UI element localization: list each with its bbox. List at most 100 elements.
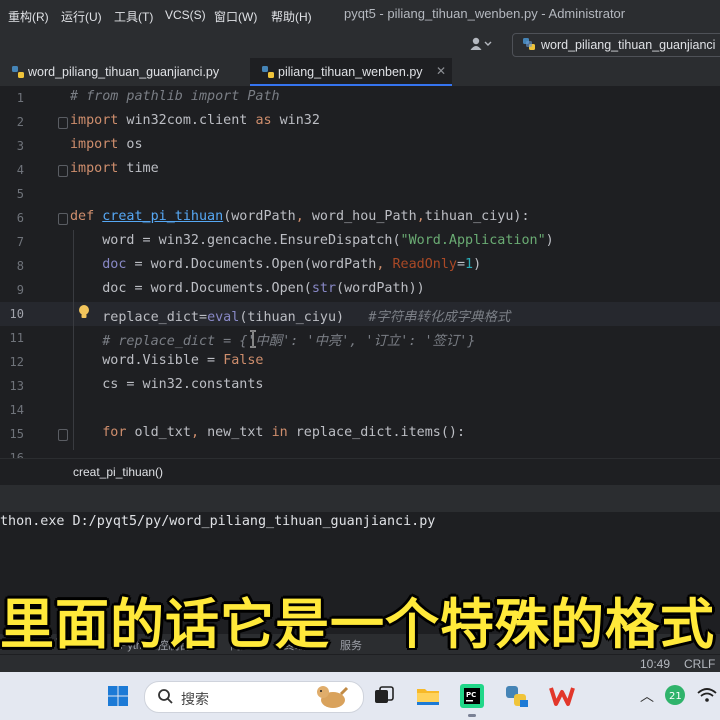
windows-start-icon[interactable] <box>104 682 132 710</box>
line-number: 10 <box>9 307 24 321</box>
tab-label: piliang_tihuan_wenben.py <box>278 65 423 79</box>
fold-marker-icon[interactable] <box>58 213 68 225</box>
task-view-icon[interactable] <box>370 682 398 710</box>
user-icon[interactable] <box>470 36 492 52</box>
file-explorer-icon[interactable] <box>414 682 442 710</box>
close-icon[interactable]: ✕ <box>436 64 446 78</box>
wifi-icon[interactable] <box>696 684 718 706</box>
code-token: win32com.client <box>118 113 256 128</box>
code-token: , <box>376 257 393 272</box>
menu-window[interactable]: 窗口(W) <box>214 8 257 25</box>
code-token: # replace_dict = {'中酮': '中亮', '订立': '签订'… <box>70 334 476 349</box>
code-token: creat_pi_tihuan <box>102 209 224 224</box>
run-config-selector[interactable]: word_piliang_tihuan_guanjianci <box>512 33 720 57</box>
code-editor[interactable]: 1 2 3 4 5 6 7 8 9 10 11 12 13 14 15 16 # from pathlib i… <box>0 86 720 458</box>
search-highlight-dog-icon <box>317 686 349 708</box>
line-number: 2 <box>16 115 24 129</box>
code-line[interactable]: import time <box>70 161 159 176</box>
taskbar-search[interactable]: 搜索 <box>144 681 364 713</box>
code-line[interactable]: import os <box>70 137 143 152</box>
code-token: os <box>118 137 143 152</box>
fold-marker-icon[interactable] <box>58 165 68 177</box>
code-token: for <box>102 425 127 440</box>
code-line[interactable]: doc = word.Documents.Open(wordPath, Read… <box>70 257 481 272</box>
code-line[interactable]: word.Visible = False <box>70 353 264 368</box>
code-token: , <box>295 209 312 224</box>
python-file-icon <box>12 66 24 78</box>
line-number: 14 <box>9 403 24 417</box>
search-icon <box>158 689 173 704</box>
python-icon[interactable] <box>502 682 530 710</box>
code-line[interactable]: # replace_dict = {'中酮': '中亮', '订立': '签订'… <box>70 329 475 349</box>
code-line[interactable]: word = win32.gencache.EnsureDispatch("Wo… <box>70 233 554 248</box>
code-token: win32 <box>271 113 320 128</box>
code-token: doc <box>102 257 127 272</box>
fold-marker-icon[interactable] <box>58 117 68 129</box>
run-config-label: word_piliang_tihuan_guanjianci <box>541 38 716 52</box>
menu-bar: 重构(R) 运行(U) 工具(T) VCS(S) 窗口(W) 帮助(H) pyq… <box>0 0 720 30</box>
notification-badge-icon[interactable]: 21 <box>664 684 686 706</box>
text-cursor-icon <box>250 330 256 348</box>
svg-text:PC: PC <box>466 691 476 699</box>
code-line[interactable]: def creat_pi_tihuan(wordPath, word_hou_P… <box>70 209 530 224</box>
code-token: False <box>223 353 264 368</box>
code-token: ) <box>473 257 482 272</box>
tab-word-piliang-tihuan-guanjianci[interactable]: word_piliang_tihuan_guanjianci.py <box>0 58 246 86</box>
menu-refactor[interactable]: 重构(R) <box>8 8 49 25</box>
active-app-indicator <box>468 714 476 717</box>
code-token: ReadOnly <box>392 257 457 272</box>
video-subtitle: 里面的话它是一个特殊的格式 <box>0 593 715 650</box>
status-bar: 10:49 CRLF <box>0 654 720 673</box>
line-number: 15 <box>9 427 24 441</box>
code-token: word = win32.gencache.EnsureDispatch( <box>70 233 401 248</box>
line-number: 1 <box>16 91 24 105</box>
code-token: tihuan_ciyu): <box>424 209 530 224</box>
wps-office-icon[interactable] <box>548 682 576 710</box>
code-line[interactable]: doc = word.Documents.Open(str(wordPath)) <box>70 281 425 296</box>
line-number: 11 <box>9 331 24 345</box>
code-line[interactable]: # from pathlib import Path <box>70 89 280 104</box>
code-token: old_txt <box>126 425 191 440</box>
lightbulb-icon[interactable] <box>78 304 90 320</box>
line-ending[interactable]: CRLF <box>684 657 715 671</box>
code-token: def <box>70 209 95 224</box>
code-token: word.Visible = <box>70 353 224 368</box>
python-file-icon <box>262 66 274 78</box>
caret-position[interactable]: 10:49 <box>640 657 670 671</box>
svg-text:21: 21 <box>669 691 682 702</box>
line-number: 6 <box>16 211 24 225</box>
line-number: 8 <box>16 259 24 273</box>
code-line[interactable]: for old_txt, new_txt in replace_dict.ite… <box>70 425 465 440</box>
pycharm-icon[interactable]: PC <box>458 682 486 710</box>
code-token: 1 <box>465 257 474 272</box>
fold-marker-icon[interactable] <box>58 429 68 441</box>
code-line[interactable]: replace_dict=eval(tihuan_ciyu) #字符串转化成字典… <box>70 305 510 325</box>
editor-tabs: word_piliang_tihuan_guanjianci.py pilian… <box>0 58 720 87</box>
window-title: pyqt5 - piliang_tihuan_wenben.py - Admin… <box>344 6 626 21</box>
line-number: 9 <box>16 283 24 297</box>
code-token: (wordPath <box>223 209 296 224</box>
tab-piliang-tihuan-wenben[interactable]: piliang_tihuan_wenben.py ✕ <box>250 58 452 86</box>
menu-help[interactable]: 帮助(H) <box>271 8 312 25</box>
line-number: 16 <box>9 451 24 458</box>
code-token: as <box>255 113 272 128</box>
breadcrumb[interactable]: creat_pi_tihuan() <box>0 458 720 485</box>
code-token: eval <box>207 310 240 325</box>
menu-run[interactable]: 运行(U) <box>61 8 102 25</box>
code-token: = word.Documents.Open(wordPath <box>126 257 377 272</box>
code-token: , <box>416 209 425 224</box>
code-token: ) <box>545 233 554 248</box>
code-line[interactable]: import win32com.client as win32 <box>70 113 320 128</box>
chevron-up-icon[interactable]: ︿ <box>640 686 654 706</box>
code-token: doc = word.Documents.Open( <box>70 281 312 296</box>
code-token: "Word.Application" <box>400 233 546 248</box>
line-number: 12 <box>9 355 24 369</box>
code-token: (wordPath)) <box>336 281 425 296</box>
code-token: new_txt <box>207 425 272 440</box>
menu-vcs[interactable]: VCS(S) <box>165 8 206 22</box>
breadcrumb-function[interactable]: creat_pi_tihuan() <box>73 465 163 479</box>
menu-tools[interactable]: 工具(T) <box>114 8 153 25</box>
code-line[interactable]: cs = win32.constants <box>70 377 263 392</box>
